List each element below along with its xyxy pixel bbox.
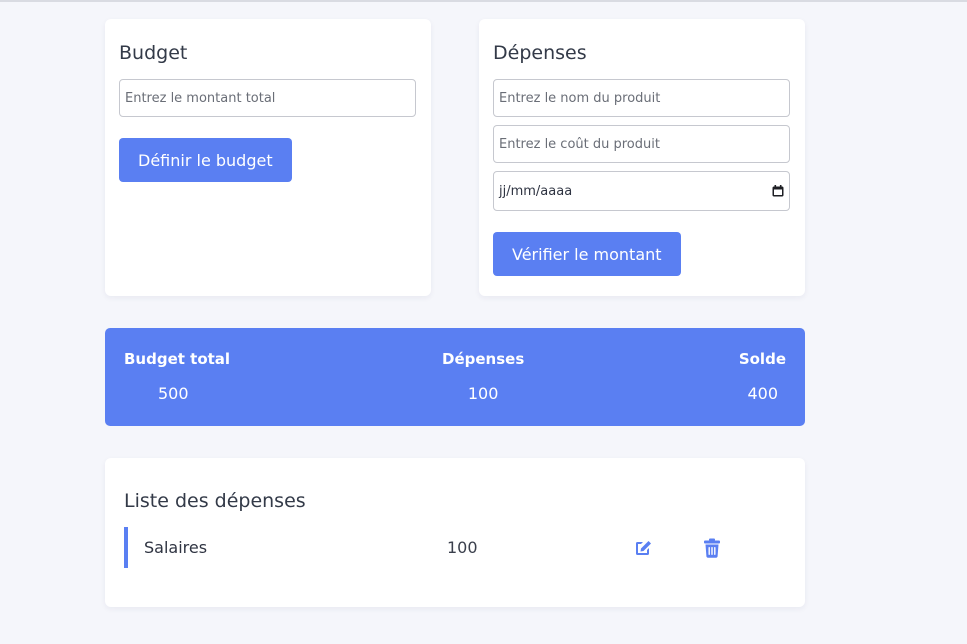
- product-name-input[interactable]: [499, 80, 784, 116]
- summary-expenses-value: 100: [467, 384, 499, 403]
- summary-total: Budget total 500: [124, 350, 230, 403]
- budget-amount-input[interactable]: [125, 80, 410, 116]
- date-input-text: jj/mm/aaaa: [499, 183, 573, 199]
- expense-list-title: Liste des dépenses: [124, 490, 306, 512]
- summary-expenses-label: Dépenses: [442, 350, 525, 368]
- expense-item-amount: 100: [447, 538, 478, 557]
- summary-total-value: 500: [158, 384, 189, 403]
- check-amount-button[interactable]: Vérifier le montant: [493, 232, 681, 276]
- summary-expenses: Dépenses 100: [442, 350, 524, 403]
- summary-balance-value: 400: [747, 384, 778, 403]
- trash-icon[interactable]: [700, 536, 724, 560]
- edit-icon[interactable]: [631, 536, 655, 560]
- calendar-icon[interactable]: [772, 185, 784, 197]
- date-field[interactable]: jj/mm/aaaa: [493, 171, 790, 211]
- summary-total-label: Budget total: [124, 350, 231, 368]
- expenses-title: Dépenses: [493, 42, 587, 64]
- expense-list-card: Liste des dépenses Salaires 100: [105, 458, 805, 607]
- budget-title: Budget: [119, 42, 188, 64]
- summary-panel: Budget total 500 Dépenses 100 Solde 400: [105, 328, 805, 426]
- set-budget-button[interactable]: Définir le budget: [119, 138, 292, 182]
- product-name-field: [493, 79, 790, 117]
- top-border: [0, 0, 967, 2]
- product-cost-field: [493, 125, 790, 163]
- budget-card: Budget Définir le budget: [105, 19, 431, 296]
- expense-item-name: Salaires: [144, 538, 208, 557]
- summary-balance: Solde 400: [739, 350, 786, 403]
- expenses-card: Dépenses jj/mm/aaaa Vérifier le montant: [479, 19, 805, 296]
- budget-amount-field: [119, 79, 416, 117]
- list-item: Salaires 100: [124, 527, 724, 568]
- product-cost-input[interactable]: [499, 126, 784, 162]
- summary-balance-label: Solde: [738, 350, 786, 368]
